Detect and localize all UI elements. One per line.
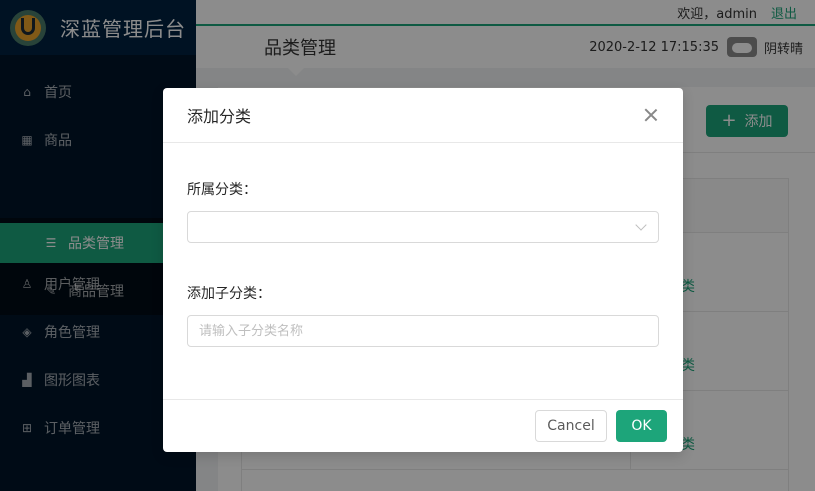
chevron-down-icon bbox=[635, 219, 647, 231]
modal-footer: Cancel OK bbox=[163, 399, 683, 452]
parent-category-label: 所属分类： bbox=[187, 182, 257, 198]
modal-header: 添加分类 bbox=[163, 88, 683, 143]
subcategory-name-input[interactable] bbox=[187, 315, 659, 347]
ok-button[interactable]: OK bbox=[616, 410, 667, 442]
subcategory-label: 添加子分类： bbox=[187, 286, 271, 302]
modal-title: 添加分类 bbox=[187, 107, 252, 126]
parent-category-select[interactable] bbox=[187, 211, 659, 243]
add-category-modal: 添加分类 所属分类： 添加子分类： Cancel OK bbox=[163, 88, 683, 452]
cancel-button[interactable]: Cancel bbox=[535, 410, 607, 442]
close-icon[interactable] bbox=[643, 107, 659, 123]
modal-body: 所属分类： 添加子分类： bbox=[163, 143, 683, 399]
